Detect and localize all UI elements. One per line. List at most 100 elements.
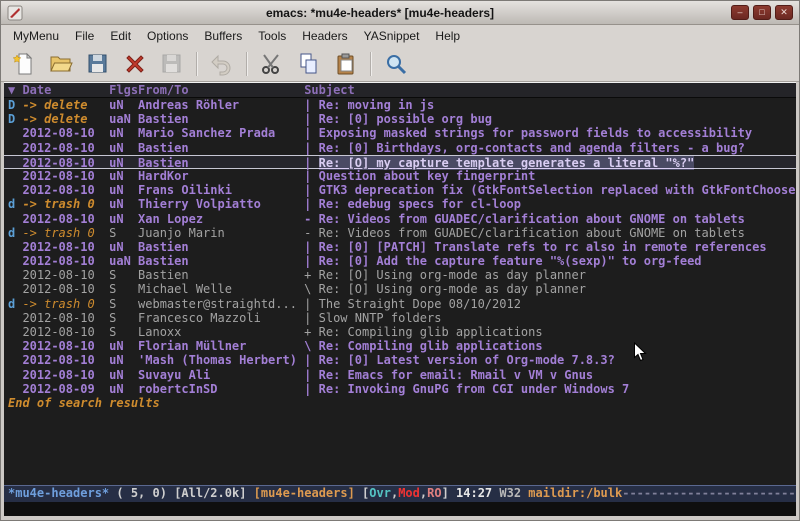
minimize-button[interactable]: – — [731, 5, 749, 20]
titlebar[interactable]: emacs: *mu4e-headers* [mu4e-headers] –□✕ — [1, 1, 799, 25]
flags-cell: uN — [109, 197, 138, 211]
date-cell: 2012-08-10 — [22, 183, 109, 197]
from-cell: Florian Müllner — [138, 339, 304, 353]
frame-body: ▼ DateFlgsFrom/ToSubject D-> deleteuNAnd… — [1, 82, 799, 520]
toolbar-copy-button[interactable] — [294, 50, 324, 78]
thread-cell: | — [304, 141, 318, 155]
thread-cell: | — [304, 126, 318, 140]
mark-cell — [8, 268, 22, 282]
message-row[interactable]: D-> deleteuNAndreas Röhler| Re: moving i… — [4, 98, 796, 112]
menu-item-buffers[interactable]: Buffers — [196, 27, 250, 45]
from-cell: robertcInSD — [138, 382, 304, 396]
toolbar-new-file-button[interactable] — [9, 50, 39, 78]
undo-icon — [210, 52, 234, 76]
subject-cell: Re: Videos from GUADEC/clarification abo… — [319, 226, 745, 240]
flags-cell: uN — [109, 339, 138, 353]
message-row[interactable]: 2012-08-10uNHardKor| Question about key … — [4, 169, 796, 183]
mark-cell — [8, 368, 22, 382]
flags-cell: uN — [109, 240, 138, 254]
echo-area[interactable] — [4, 502, 796, 516]
message-row[interactable]: 2012-08-10uNBastien| Re: [0] [PATCH] Tra… — [4, 240, 796, 254]
from-cell: Frans Oilinki — [138, 183, 304, 197]
message-row[interactable]: 2012-08-10SLanoxx+ Re: Compiling glib ap… — [4, 325, 796, 339]
flags-cell: S — [109, 297, 138, 311]
open-file-icon — [49, 52, 73, 76]
menu-item-edit[interactable]: Edit — [102, 27, 139, 45]
toolbar-save-buffer-button — [157, 50, 187, 78]
message-row[interactable]: 2012-08-10uaNBastien| Re: [0] Add the ca… — [4, 254, 796, 268]
thread-cell: | — [304, 254, 318, 268]
flags-cell: uN — [109, 368, 138, 382]
column-header-subject[interactable]: Subject — [304, 83, 355, 97]
from-cell: Juanjo Marin — [138, 226, 304, 240]
toolbar-paste-button[interactable] — [331, 50, 361, 78]
mark-cell — [8, 254, 22, 268]
modeline[interactable]: *mu4e-headers* ( 5, 0) [All/2.0k] [mu4e-… — [4, 485, 796, 502]
menu-item-options[interactable]: Options — [139, 27, 196, 45]
close-button[interactable]: ✕ — [775, 5, 793, 20]
maximize-button[interactable]: □ — [753, 5, 771, 20]
message-row[interactable]: 2012-08-09uNrobertcInSD| Re: Invoking Gn… — [4, 382, 796, 396]
date-cell: 2012-08-10 — [22, 254, 109, 268]
mu4e-headers-buffer[interactable]: ▼ DateFlgsFrom/ToSubject D-> deleteuNAnd… — [4, 82, 796, 485]
toolbar-dired-button[interactable] — [83, 50, 113, 78]
thread-cell: | — [304, 169, 318, 183]
date-cell: 2012-08-10 — [22, 282, 109, 296]
message-row[interactable]: d-> trash 0uNThierry Volpiatto| Re: edeb… — [4, 197, 796, 211]
thread-cell: | — [304, 382, 318, 396]
thread-cell: + — [304, 268, 318, 282]
toolbar-cut-button[interactable] — [257, 50, 287, 78]
menu-item-file[interactable]: File — [67, 27, 102, 45]
date-cell: 2012-08-10 — [22, 169, 109, 183]
subject-cell: Re: Emacs for email: Rmail v VM v Gnus — [319, 368, 594, 382]
menu-item-headers[interactable]: Headers — [294, 27, 355, 45]
flags-cell: uN — [109, 126, 138, 140]
message-row[interactable]: 2012-08-10SBastien+ Re: [O] Using org-mo… — [4, 268, 796, 282]
mark-cell — [8, 212, 22, 226]
modeline-segment: W32 — [499, 486, 528, 500]
toolbar-kill-buffer-button[interactable] — [120, 50, 150, 78]
modeline-segment: 14:27 — [456, 486, 499, 500]
menu-item-help[interactable]: Help — [427, 27, 468, 45]
message-row[interactable]: 2012-08-10uNFlorian Müllner\ Re: Compili… — [4, 339, 796, 353]
subject-cell: The Straight Dope 08/10/2012 — [319, 297, 521, 311]
subject-cell: Re: [0] possible org bug — [319, 112, 492, 126]
message-row[interactable]: 2012-08-10uNBastien| Re: [O] my capture … — [4, 155, 796, 169]
dired-icon — [86, 52, 110, 76]
date-cell: 2012-08-10 — [22, 325, 109, 339]
header-line: ▼ DateFlgsFrom/ToSubject — [4, 83, 796, 98]
message-row[interactable]: D-> deleteuaNBastien| Re: [0] possible o… — [4, 112, 796, 126]
flags-cell: S — [109, 325, 138, 339]
message-row[interactable]: 2012-08-10SFrancesco Mazzoli| Slow NNTP … — [4, 311, 796, 325]
thread-cell: | — [304, 297, 318, 311]
message-row[interactable]: d-> trash 0Swebmaster@straightd...| The … — [4, 297, 796, 311]
toolbar-open-file-button[interactable] — [46, 50, 76, 78]
thread-cell: \ — [304, 282, 318, 296]
message-row[interactable]: d-> trash 0SJuanjo Marin- Re: Videos fro… — [4, 226, 796, 240]
subject-cell: Re: Compiling glib applications — [319, 339, 543, 353]
from-cell: Suvayu Ali — [138, 368, 304, 382]
subject-cell: Re: [0] Birthdays, org-contacts and agen… — [319, 141, 745, 155]
column-header-from[interactable]: From/To — [138, 83, 304, 98]
thread-cell: | — [304, 183, 318, 197]
subject-cell: Re: Invoking GnuPG from CGI under Window… — [319, 382, 630, 396]
message-row[interactable]: 2012-08-10uNMario Sanchez Prada| Exposin… — [4, 126, 796, 140]
column-header-flags[interactable]: Flgs — [109, 83, 138, 98]
message-row[interactable]: 2012-08-10uNBastien| Re: [0] Birthdays, … — [4, 141, 796, 155]
menu-item-mymenu[interactable]: MyMenu — [5, 27, 67, 45]
thread-cell: \ — [304, 339, 318, 353]
menu-item-tools[interactable]: Tools — [250, 27, 294, 45]
flags-cell: uaN — [109, 254, 138, 268]
toolbar-search-button[interactable] — [381, 50, 411, 78]
message-row[interactable]: 2012-08-10uNFrans Oilinki| GTK3 deprecat… — [4, 183, 796, 197]
from-cell: Bastien — [138, 240, 304, 254]
from-cell: Mario Sanchez Prada — [138, 126, 304, 140]
message-row[interactable]: 2012-08-10SMichael Welle\ Re: [O] Using … — [4, 282, 796, 296]
message-row[interactable]: 2012-08-10uNXan Lopez- Re: Videos from G… — [4, 212, 796, 226]
mark-cell — [8, 353, 22, 367]
message-row[interactable]: 2012-08-10uNSuvayu Ali| Re: Emacs for em… — [4, 368, 796, 382]
column-header-date[interactable]: ▼ Date — [8, 83, 109, 98]
message-row[interactable]: 2012-08-10uN'Mash (Thomas Herbert)| Re: … — [4, 353, 796, 367]
thread-cell: | — [304, 311, 318, 325]
menu-item-yasnippet[interactable]: YASnippet — [356, 27, 428, 45]
